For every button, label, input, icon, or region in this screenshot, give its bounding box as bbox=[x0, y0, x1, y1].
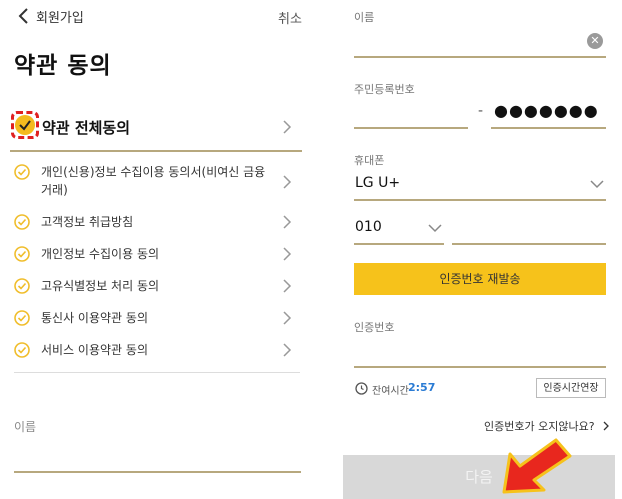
term-item-carrier[interactable]: 통신사 이용약관 동의 bbox=[14, 309, 300, 329]
name-input[interactable] bbox=[14, 471, 301, 473]
check-circle-icon[interactable] bbox=[14, 278, 30, 294]
code-label: 인증번호 bbox=[354, 321, 395, 334]
rrn-label: 주민등록번호 bbox=[354, 83, 415, 96]
check-circle-icon[interactable] bbox=[14, 164, 30, 180]
term-item-personal-info[interactable]: 개인정보 수집이용 동의 bbox=[14, 245, 300, 265]
check-circle-icon[interactable] bbox=[14, 246, 30, 262]
phone-label: 휴대폰 bbox=[354, 154, 385, 167]
page-title: 약관 동의 bbox=[14, 53, 112, 79]
code-not-received-link[interactable]: 인증번호가 오지않나요? bbox=[484, 418, 610, 434]
code-input[interactable] bbox=[354, 366, 606, 368]
name-label: 이름 bbox=[14, 420, 37, 434]
term-label: 고객정보 취급방침 bbox=[41, 215, 134, 229]
agree-all-row[interactable]: 약관 전체동의 bbox=[10, 108, 302, 152]
name-label: 이름 bbox=[354, 11, 375, 24]
chevron-right-icon bbox=[283, 311, 292, 325]
clear-icon[interactable]: ✕ bbox=[587, 33, 603, 49]
timer-label: 잔여시간 bbox=[372, 386, 409, 397]
resend-code-button[interactable]: 인증번호 재발송 bbox=[354, 263, 606, 295]
term-label: 서비스 이용약관 동의 bbox=[41, 343, 148, 357]
chevron-right-icon bbox=[283, 120, 292, 134]
term-item-service[interactable]: 서비스 이용약관 동의 bbox=[14, 341, 300, 361]
clock-icon bbox=[355, 382, 368, 395]
phone-number-input[interactable] bbox=[452, 243, 606, 245]
phone-prefix-select[interactable] bbox=[354, 243, 444, 245]
rrn-back-input[interactable] bbox=[491, 127, 606, 129]
carrier-value: LG U+ bbox=[355, 175, 401, 191]
extend-time-button[interactable]: 인증시간연장 bbox=[536, 378, 606, 398]
timer-value: 2:57 bbox=[408, 381, 436, 394]
phone-prefix-value: 010 bbox=[355, 219, 382, 235]
term-label: 개인(신용)정보 수집이용 동의서(비여신 금융 거래) bbox=[41, 165, 266, 197]
check-circle-icon[interactable] bbox=[14, 342, 30, 358]
term-label: 고유식별정보 처리 동의 bbox=[41, 279, 160, 293]
chevron-right-icon bbox=[283, 343, 292, 357]
chevron-right-icon bbox=[283, 279, 292, 293]
term-item-unique-id[interactable]: 고유식별정보 처리 동의 bbox=[14, 277, 300, 297]
agree-all-label: 약관 전체동의 bbox=[42, 119, 131, 137]
check-circle-icon[interactable] bbox=[14, 214, 30, 230]
terms-panel: 회원가입 취소 약관 동의 약관 전체동의 개인(신용)정보 수집이용 동의서(… bbox=[0, 0, 310, 499]
rrn-back-masked: ●●●●●●● bbox=[494, 101, 599, 120]
chevron-down-icon[interactable] bbox=[428, 223, 442, 233]
divider bbox=[14, 372, 300, 373]
cancel-button[interactable]: 취소 bbox=[278, 8, 302, 27]
chevron-right-icon bbox=[283, 247, 292, 261]
chevron-right-icon bbox=[603, 421, 609, 431]
term-item-credit-info[interactable]: 개인(신용)정보 수집이용 동의서(비여신 금융 거래) bbox=[14, 163, 300, 199]
check-circle-icon[interactable] bbox=[15, 115, 35, 135]
header-title: 회원가입 bbox=[36, 11, 84, 26]
chevron-right-icon bbox=[283, 215, 292, 229]
term-label: 개인정보 수집이용 동의 bbox=[41, 247, 160, 261]
check-circle-icon[interactable] bbox=[14, 310, 30, 326]
chevron-right-icon bbox=[283, 175, 292, 189]
name-input[interactable] bbox=[354, 56, 606, 58]
rrn-front-input[interactable] bbox=[354, 127, 468, 129]
back-arrow-icon[interactable] bbox=[14, 6, 34, 26]
term-item-customer-info[interactable]: 고객정보 취급방침 bbox=[14, 213, 300, 233]
pointer-arrow-icon bbox=[502, 438, 572, 494]
carrier-select[interactable] bbox=[354, 199, 606, 201]
term-label: 통신사 이용약관 동의 bbox=[41, 311, 148, 325]
chevron-down-icon[interactable] bbox=[590, 179, 604, 189]
rrn-dash: - bbox=[478, 103, 484, 119]
